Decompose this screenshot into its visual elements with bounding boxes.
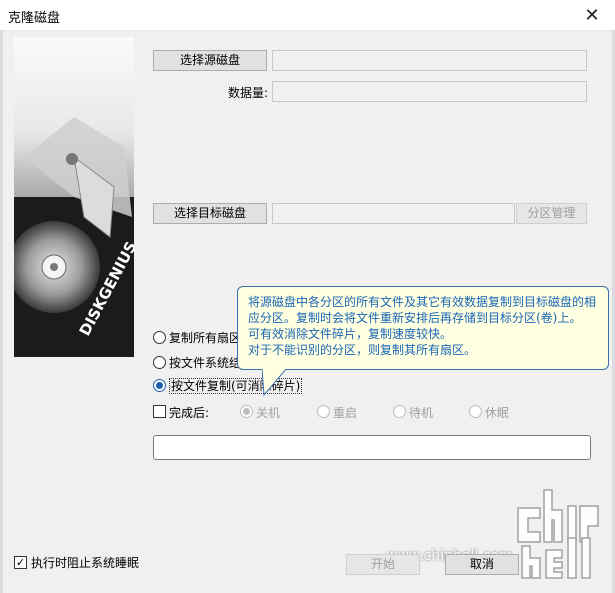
radio-shutdown[interactable] bbox=[240, 405, 253, 418]
tooltip-line: 应分区。复制时会将文件重新安排后再存储到目标分区(卷)上。 bbox=[248, 311, 582, 325]
radio-restart-label[interactable]: 重启 bbox=[333, 404, 357, 421]
title-bar: 克隆磁盘 ✕ bbox=[0, 0, 615, 31]
tooltip-line: 可有效消除文件碎片，复制速度较快。 bbox=[248, 327, 453, 341]
tooltip-line: 对于不能识别的分区，则复制其所有扇区。 bbox=[248, 343, 477, 357]
radio-hibernate-label[interactable]: 休眠 bbox=[485, 404, 509, 421]
radio-copy-by-fs-structure[interactable] bbox=[153, 356, 166, 369]
radio-shutdown-label[interactable]: 关机 bbox=[256, 404, 280, 421]
window-title: 克隆磁盘 bbox=[8, 11, 61, 26]
source-disk-field bbox=[272, 50, 587, 71]
hard-disk-icon: DISKGENIUS bbox=[14, 117, 134, 357]
radio-restart[interactable] bbox=[317, 405, 330, 418]
prevent-sleep-label[interactable]: 执行时阻止系统睡眠 bbox=[31, 554, 139, 571]
select-target-disk-button[interactable]: 选择目标磁盘 bbox=[153, 203, 267, 224]
radio-copy-all-sectors[interactable] bbox=[153, 331, 166, 344]
prevent-sleep-checkbox[interactable]: ✓ bbox=[14, 556, 27, 569]
after-completion-label[interactable]: 完成后: bbox=[169, 404, 209, 421]
cancel-button[interactable]: 取消 bbox=[445, 554, 519, 575]
tooltip-tail bbox=[262, 369, 287, 397]
window-left-edge bbox=[0, 30, 3, 593]
close-button[interactable]: ✕ bbox=[569, 0, 615, 30]
clone-mode-tooltip: 将源磁盘中各分区的所有文件及其它有效数据复制到目标磁盘的相 应分区。复制时会将文… bbox=[237, 286, 609, 370]
radio-standby-label[interactable]: 待机 bbox=[409, 404, 433, 421]
radio-hibernate[interactable] bbox=[469, 405, 482, 418]
capacity-label: 数据量: bbox=[228, 86, 269, 100]
target-disk-field bbox=[272, 203, 515, 224]
select-source-disk-button[interactable]: 选择源磁盘 bbox=[153, 50, 267, 71]
radio-copy-by-file[interactable] bbox=[153, 379, 166, 392]
radio-standby[interactable] bbox=[393, 405, 406, 418]
tooltip-line: 将源磁盘中各分区的所有文件及其它有效数据复制到目标磁盘的相 bbox=[248, 295, 597, 309]
partition-manage-button[interactable]: 分区管理 bbox=[516, 203, 587, 224]
start-button[interactable]: 开始 bbox=[346, 554, 420, 575]
radio-copy-all-sectors-label[interactable]: 复制所有扇区 bbox=[169, 329, 241, 346]
diskgenius-logo-image: DISKGENIUS bbox=[14, 37, 134, 357]
progress-status-box bbox=[153, 435, 591, 460]
after-completion-checkbox[interactable] bbox=[153, 405, 166, 418]
capacity-field bbox=[272, 81, 587, 102]
